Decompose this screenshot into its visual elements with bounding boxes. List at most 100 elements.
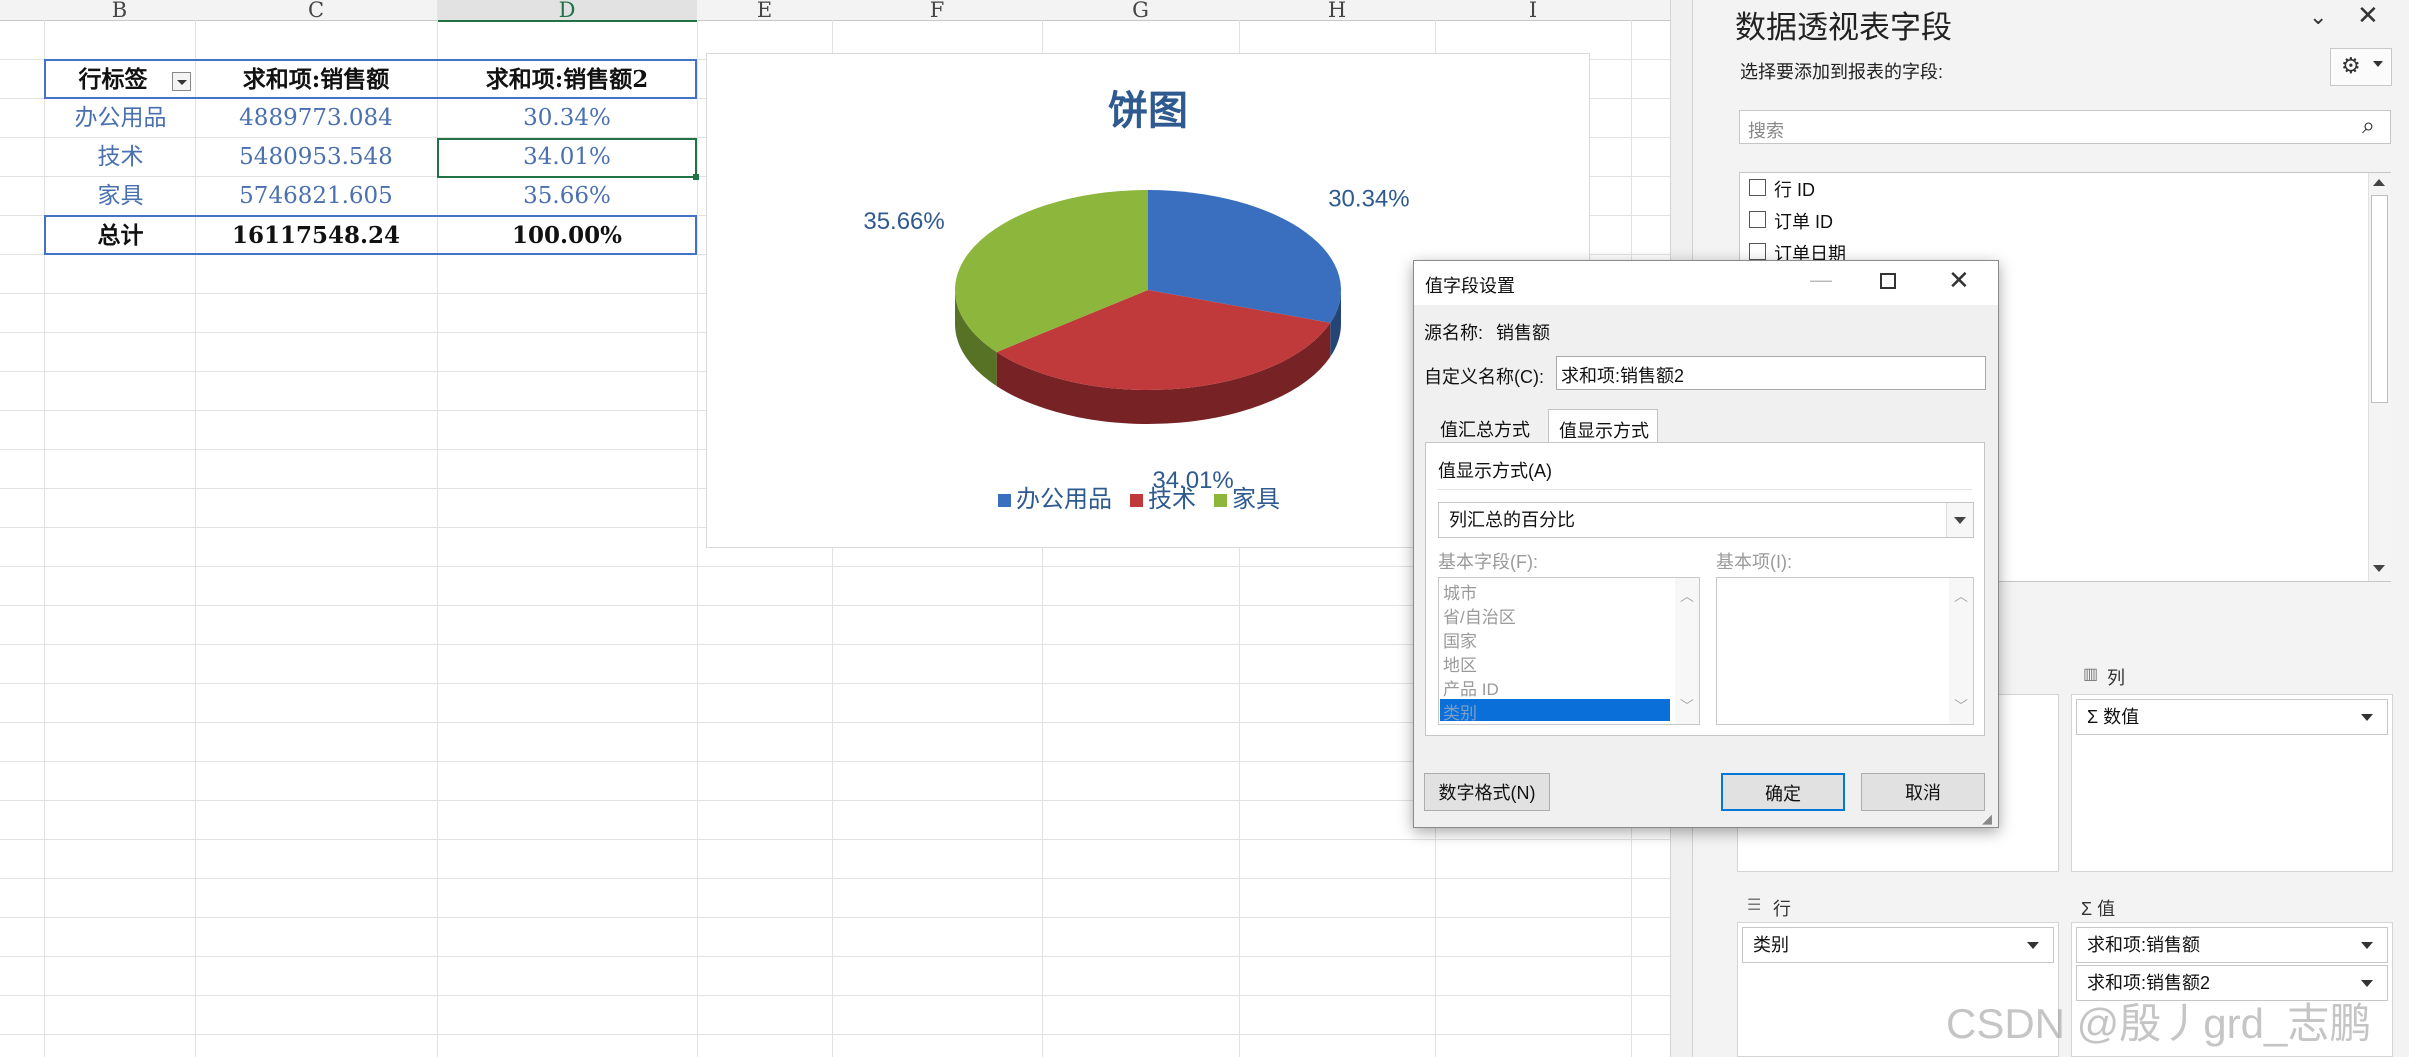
base-field-selected[interactable]: 类别 (1440, 699, 1670, 723)
tab-panel: 值显示方式(A) 列汇总的百分比 基本字段(F): 基本项(I): 城市 省/自… (1425, 442, 1985, 736)
base-field-item[interactable]: 城市 (1443, 579, 1477, 604)
divider (1438, 489, 1972, 490)
field-checkbox[interactable] (1749, 211, 1766, 228)
rows-category-field[interactable]: 类别 (1742, 927, 2054, 963)
resize-grip-icon[interactable]: ◢ (1982, 811, 1992, 827)
values-field[interactable]: 求和项:销售额 (2076, 927, 2388, 963)
dropdown-caret-icon (2361, 942, 2373, 949)
minimize-icon[interactable]: — (1810, 267, 1832, 293)
base-field-scrollbar[interactable]: ︿ ﹀ (1675, 578, 1699, 724)
scroll-thumb[interactable] (2371, 195, 2388, 403)
legend-label: 技术 (1148, 486, 1196, 513)
column-header-c[interactable]: C (195, 0, 438, 21)
field-checkbox[interactable] (1749, 179, 1766, 196)
pie-data-label: 35.66% (863, 208, 944, 235)
field-checkbox[interactable] (1749, 243, 1766, 260)
base-item-list[interactable]: ︿ ﹀ (1716, 577, 1974, 725)
total-label[interactable]: 总计 (46, 217, 195, 255)
column-header-i[interactable]: I (1435, 0, 1632, 21)
column-header-g[interactable]: G (1042, 0, 1240, 21)
values-area-label: Σ 值 (2081, 899, 2116, 919)
field-list-scrollbar[interactable] (2368, 173, 2391, 581)
gear-icon: ⚙ (2341, 53, 2361, 78)
tools-button[interactable]: ⚙ (2330, 48, 2392, 86)
tab-label: 值汇总方式 (1440, 420, 1530, 440)
caret-down-icon (2373, 61, 2383, 67)
chart-title: 饼图 (1108, 89, 1188, 133)
watermark: CSDN @殷丿grd_志鹏 (1946, 1000, 2372, 1047)
dialog-title: 值字段设置 (1425, 276, 1515, 296)
row-pct[interactable]: 34.01% (437, 138, 697, 176)
custom-name-label: 自定义名称(C): (1424, 367, 1544, 387)
filter-dropdown-icon[interactable] (172, 72, 191, 91)
value-field-settings-dialog: 值字段设置 — ✕ 源名称: 销售额 自定义名称(C): 求和项:销售额2 值汇… (1413, 260, 1999, 828)
base-item-label: 基本项(I): (1716, 552, 1792, 572)
row-label[interactable]: 技术 (46, 138, 195, 176)
row-pct[interactable]: 30.34% (437, 99, 697, 137)
row-sum[interactable]: 5746821.605 (195, 177, 437, 215)
pivot-header-row-labels: 行标签 (78, 66, 148, 93)
base-item-scrollbar[interactable]: ︿ ﹀ (1949, 578, 1973, 724)
row-label[interactable]: 办公用品 (46, 99, 195, 137)
rows-area-icon: ☰ (1747, 897, 1762, 914)
chevron-down-icon[interactable]: ⌄ (2309, 4, 2327, 30)
rows-area-label: 行 (1773, 899, 1791, 919)
scroll-up-icon[interactable] (2373, 179, 2385, 186)
maximize-icon[interactable] (1880, 273, 1896, 289)
close-icon[interactable]: ✕ (1948, 265, 1970, 296)
columns-area[interactable]: Σ 数值 (2071, 694, 2393, 872)
base-field-item[interactable]: 国家 (1443, 627, 1477, 652)
field-search-input[interactable]: 搜索 ⌕ (1739, 110, 2391, 144)
pivot-header-sum2: 求和项:销售额2 (485, 66, 649, 93)
legend-swatch (998, 494, 1011, 507)
scroll-down-icon[interactable]: ﹀ (1954, 696, 1968, 716)
row-sum[interactable]: 4889773.084 (195, 99, 437, 137)
pane-subtitle: 选择要添加到报表的字段: (1740, 62, 1943, 82)
scroll-up-icon[interactable]: ︿ (1680, 586, 1694, 606)
tab-summarize-by[interactable]: 值汇总方式 (1426, 409, 1532, 441)
column-header-e[interactable]: E (697, 0, 833, 21)
total-pct[interactable]: 100.00% (437, 217, 697, 255)
show-values-as-value: 列汇总的百分比 (1449, 510, 1575, 530)
base-field-item[interactable]: 省/自治区 (1443, 603, 1516, 628)
total-sum[interactable]: 16117548.24 (195, 217, 437, 255)
scroll-down-icon[interactable]: ﹀ (1680, 696, 1694, 716)
base-field-item[interactable]: 地区 (1443, 651, 1477, 676)
pane-title: 数据透视表字段 (1735, 10, 1952, 45)
column-header-d[interactable]: D (437, 0, 698, 22)
legend-swatch (1130, 494, 1143, 507)
base-field-item: 类别 (1443, 704, 1477, 723)
row-pct[interactable]: 35.66% (437, 177, 697, 215)
columns-values-label: Σ 数值 (2087, 707, 2140, 727)
pivot-header-sum: 求和项:销售额 (242, 66, 390, 93)
column-header-f[interactable]: F (832, 0, 1043, 21)
select-button[interactable] (1946, 503, 1973, 537)
source-name-value: 销售额 (1496, 323, 1550, 343)
show-values-as-select[interactable]: 列汇总的百分比 (1438, 502, 1974, 538)
row-label[interactable]: 家具 (46, 177, 195, 215)
custom-name-input[interactable]: 求和项:销售额2 (1556, 356, 1986, 390)
cancel-button[interactable]: 取消 (1861, 773, 1985, 811)
close-icon[interactable]: ✕ (2357, 0, 2379, 31)
number-format-button[interactable]: 数字格式(N) (1424, 773, 1550, 811)
dropdown-caret-icon (2361, 980, 2373, 987)
search-icon: ⌕ (2362, 112, 2375, 138)
column-header-a[interactable] (0, 0, 45, 21)
values-field-label: 求和项:销售额 (2087, 935, 2201, 955)
ok-button[interactable]: 确定 (1721, 773, 1845, 811)
columns-area-label: 列 (2107, 668, 2125, 688)
scroll-down-icon[interactable] (2373, 565, 2385, 572)
column-header-b[interactable]: B (44, 0, 196, 21)
base-field-item[interactable]: 产品 ID (1443, 675, 1499, 700)
base-field-list[interactable]: 城市 省/自治区 国家 地区 产品 ID 类别 ︿ ﹀ (1438, 577, 1700, 725)
tab-show-values-as[interactable]: 值显示方式 (1548, 409, 1658, 443)
pie-data-label: 30.34% (1328, 185, 1409, 212)
column-header-h[interactable]: H (1239, 0, 1436, 21)
scroll-up-icon[interactable]: ︿ (1954, 586, 1968, 606)
columns-values-field[interactable]: Σ 数值 (2076, 699, 2388, 735)
row-sum[interactable]: 5480953.548 (195, 138, 437, 176)
field-label: 行 ID (1774, 180, 1816, 200)
dialog-titlebar[interactable]: 值字段设置 — ✕ (1414, 261, 1998, 305)
dropdown-caret-icon (2361, 714, 2373, 721)
legend-label: 家具 (1232, 486, 1280, 513)
